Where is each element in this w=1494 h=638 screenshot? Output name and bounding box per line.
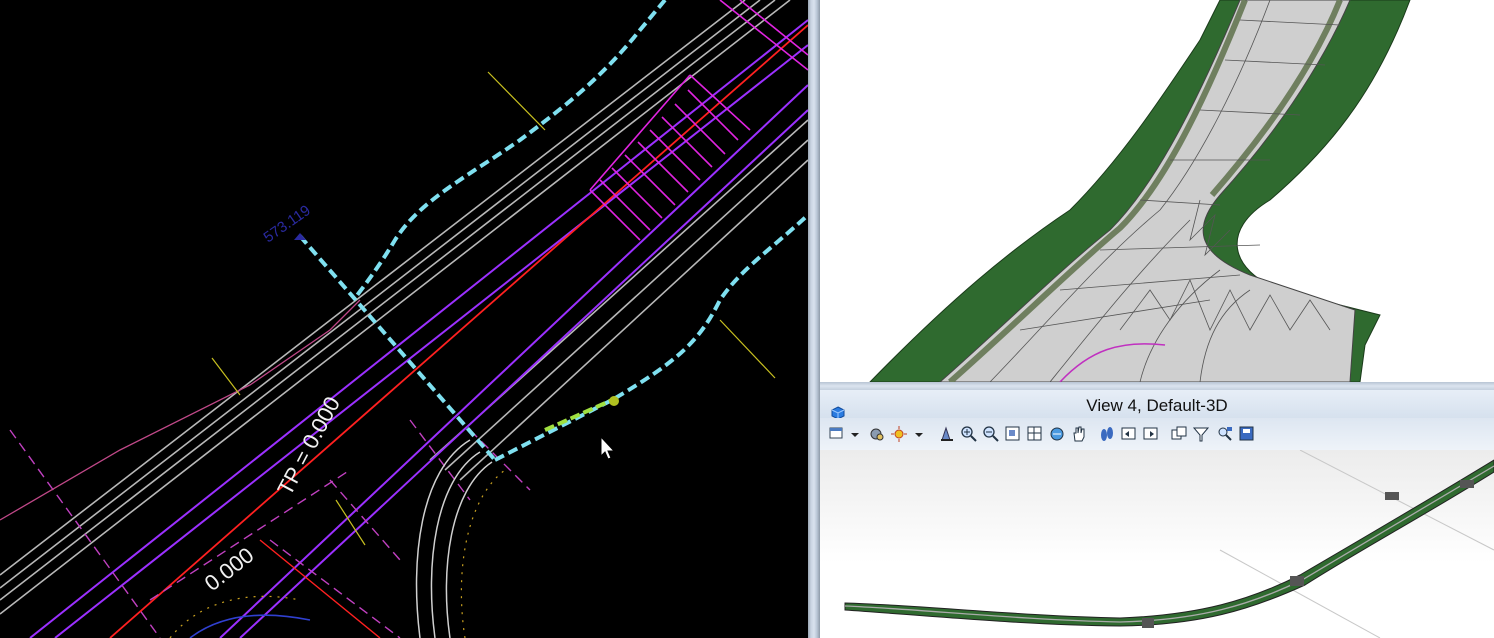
view4-window[interactable]: View 4, Default-3D <box>820 390 1494 638</box>
intersection-marker <box>1142 618 1154 628</box>
horizontal-splitter[interactable] <box>820 382 1494 390</box>
road-overview-canvas[interactable] <box>820 450 1494 638</box>
view-attributes-icon[interactable] <box>828 425 846 443</box>
dashed-boundary-lines <box>9 419 531 638</box>
view-lighting-icon[interactable] <box>890 425 908 443</box>
road-edge-lines <box>0 0 808 615</box>
intersection-marker <box>1290 576 1304 586</box>
zoom-out-icon[interactable] <box>982 425 1000 443</box>
road-model-canvas[interactable] <box>820 0 1494 382</box>
next-view-icon[interactable] <box>1142 425 1160 443</box>
vertical-splitter[interactable] <box>808 0 820 638</box>
vertex-handle[interactable] <box>609 396 619 406</box>
fit-view-icon[interactable] <box>1026 425 1044 443</box>
previous-view-icon[interactable] <box>1120 425 1138 443</box>
slope-ticks <box>460 469 506 638</box>
update-view-icon[interactable] <box>938 425 956 443</box>
selected-segment[interactable] <box>544 398 613 432</box>
camera-icon[interactable] <box>1216 425 1234 443</box>
existing-boundary <box>0 299 361 521</box>
zoom-in-icon[interactable] <box>960 425 978 443</box>
elevation-label: 573.119 <box>261 202 314 246</box>
view4-canvas[interactable] <box>820 450 1494 638</box>
view-3d-road-model[interactable] <box>820 0 1494 382</box>
view4-title: View 4, Default-3D <box>1086 396 1228 415</box>
intersection-marker <box>1385 492 1399 500</box>
view-attributes-dropdown-icon[interactable] <box>850 425 860 443</box>
curb-return-curves <box>415 439 493 638</box>
window-area-icon[interactable] <box>1004 425 1022 443</box>
intersection-marker <box>1460 480 1474 488</box>
elevation-marker-icon <box>294 233 306 240</box>
slope-ticks-lower <box>169 595 301 638</box>
clip-volume-icon[interactable] <box>1192 425 1210 443</box>
copy-view-icon[interactable] <box>1170 425 1188 443</box>
view4-toolbar <box>820 418 1494 450</box>
road-corridor-overview <box>844 459 1494 627</box>
grid-line <box>1219 549 1381 638</box>
tp-station-label: TP = 0.000 <box>272 392 345 499</box>
view-toolbar-dropdown-icon[interactable] <box>914 425 924 443</box>
view-save-icon[interactable] <box>1238 425 1256 443</box>
mouse-cursor-icon <box>600 435 616 460</box>
centerline-secondary <box>259 539 381 638</box>
rotate-view-icon[interactable] <box>1048 425 1066 443</box>
plan-view-2d[interactable]: 573.119 TP = 0.000 0.000 <box>0 0 808 638</box>
walk-icon[interactable] <box>1098 425 1116 443</box>
road-centerline-overview <box>844 465 1494 623</box>
display-style-icon[interactable] <box>868 425 886 443</box>
plan-view-canvas[interactable]: 573.119 TP = 0.000 0.000 <box>0 0 808 638</box>
blue-curve <box>189 614 311 638</box>
view4-titlebar[interactable]: View 4, Default-3D <box>820 390 1494 420</box>
pan-view-icon[interactable] <box>1070 425 1088 443</box>
